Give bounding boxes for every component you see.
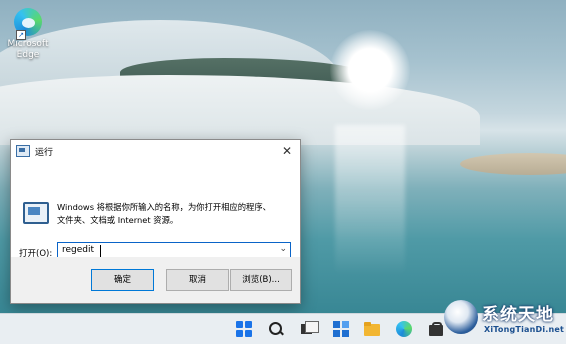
dialog-title: 运行 xyxy=(35,147,54,158)
browse-button[interactable]: 浏览(B)... xyxy=(230,269,292,291)
shortcut-arrow-icon: ↗ xyxy=(16,30,26,40)
watermark-site: XiTongTianDi.net xyxy=(484,325,565,334)
store-icon[interactable] xyxy=(428,321,444,337)
run-title-icon xyxy=(16,145,30,157)
edge-icon[interactable] xyxy=(396,321,412,337)
ok-button[interactable]: 确定 xyxy=(91,269,154,291)
cancel-button[interactable]: 取消 xyxy=(166,269,229,291)
dialog-description: Windows 将根据你所输入的名称，为你打开相应的程序、 文件夹、文档或 In… xyxy=(57,201,292,227)
run-dialog: 运行 ✕ Windows 将根据你所输入的名称，为你打开相应的程序、 文件夹、文… xyxy=(10,139,301,304)
run-program-icon xyxy=(23,202,49,224)
watermark-logo xyxy=(444,300,478,334)
close-button[interactable]: ✕ xyxy=(278,142,296,160)
search-icon[interactable] xyxy=(268,321,284,337)
widgets-icon[interactable] xyxy=(333,321,349,337)
wallpaper-reflection xyxy=(335,125,405,275)
command-value: regedit xyxy=(62,245,95,255)
wallpaper-sun xyxy=(330,30,410,110)
site-watermark: 系统天地 XiTongTianDi.net xyxy=(444,298,564,340)
desktop-icon-label-line2: Edge xyxy=(16,50,40,60)
description-line-2: 文件夹、文档或 Internet 资源。 xyxy=(57,215,179,225)
description-line-1: Windows 将根据你所输入的名称，为你打开相应的程序、 xyxy=(57,202,271,212)
text-caret xyxy=(100,245,101,257)
task-view-icon[interactable] xyxy=(301,321,319,337)
watermark-title: 系统天地 xyxy=(482,305,554,325)
file-explorer-icon[interactable] xyxy=(364,321,380,337)
wallpaper-sandbar xyxy=(460,153,566,175)
desktop-icon-label-line1: Microsoft xyxy=(7,39,49,49)
desktop-icon-edge[interactable]: ↗ Microsoft Edge xyxy=(2,4,54,61)
chevron-down-icon[interactable]: ⌄ xyxy=(279,244,287,254)
dialog-footer: 确定 取消 浏览(B)... xyxy=(11,257,300,303)
dialog-titlebar[interactable]: 运行 ✕ xyxy=(11,140,300,162)
wallpaper-snow-bank xyxy=(0,75,480,145)
start-icon[interactable] xyxy=(236,321,252,337)
